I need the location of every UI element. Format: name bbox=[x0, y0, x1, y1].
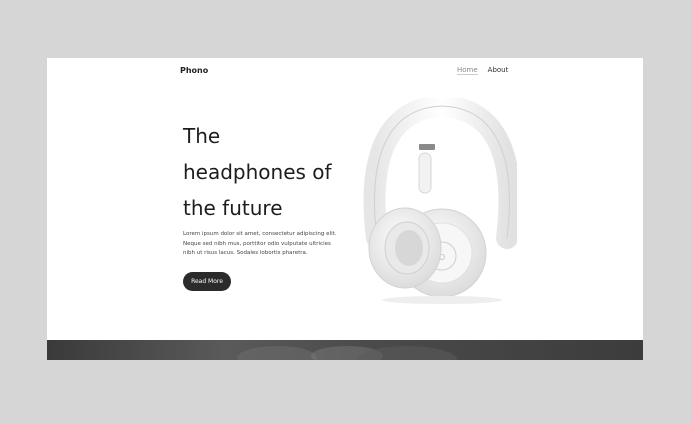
page-frame: Phono Home About The headphones of the f… bbox=[47, 58, 643, 360]
nav-home[interactable]: Home bbox=[457, 66, 478, 75]
hero-title-line-1: The bbox=[183, 124, 221, 148]
hero-title-line-3: the future bbox=[183, 196, 283, 220]
headphones-image: b bbox=[363, 98, 517, 304]
hero-description: Lorem ipsum dolor sit amet, consectetur … bbox=[183, 231, 337, 256]
top-nav: Home About bbox=[457, 66, 508, 75]
next-section-preview bbox=[47, 340, 643, 360]
brand-logo[interactable]: Phono bbox=[180, 66, 208, 75]
hero-title: The headphones of the future bbox=[183, 118, 373, 226]
next-section-image bbox=[237, 346, 457, 360]
hero-title-line-2: headphones of bbox=[183, 160, 332, 184]
read-more-button[interactable]: Read More bbox=[183, 272, 231, 291]
nav-about[interactable]: About bbox=[488, 66, 509, 75]
